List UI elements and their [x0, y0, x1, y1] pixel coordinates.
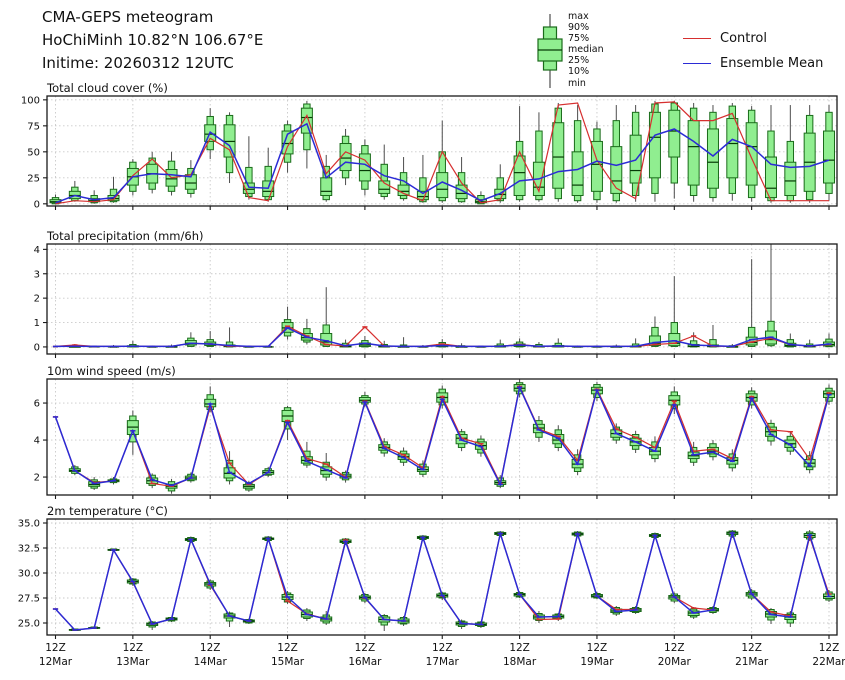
panel-2-ytick-label: 4	[34, 436, 40, 447]
panel-1-grid	[47, 244, 837, 354]
panel-0-ytick-label: 100	[21, 95, 40, 106]
panel-1-title: Total precipitation (mm/6h)	[46, 229, 203, 243]
panel-3-ytick-label: 25.0	[18, 619, 40, 630]
xtick-date-label: 12Mar	[39, 656, 73, 668]
panel-1-ytick-label: 2	[34, 294, 40, 305]
panel-1-ytick-label: 0	[34, 342, 40, 353]
xtick-hour-label: 12Z	[509, 642, 530, 654]
panel-1-boxplots	[53, 242, 835, 347]
meteogram-page: CMA-GEPS meteogram HoChiMinh 10.82°N 106…	[0, 0, 845, 680]
xtick-date-label: 20Mar	[658, 656, 692, 668]
x-axis-labels: 12Z 12Mar 12Z 13Mar 12Z 14Mar 12Z 15Mar 12Z 16Mar…	[39, 642, 845, 668]
panel-3-ytick-label: 35.0	[18, 519, 40, 530]
panel-3-title: 2m temperature (°C)	[47, 504, 168, 518]
panel-0-ytick-label: 0	[34, 199, 40, 210]
xtick-hour-label: 12Z	[200, 642, 221, 654]
panel-2-ytick-label: 6	[34, 399, 40, 410]
panel-1-axes: 0 1 2 3 4 Total precipitation (mm/6h)	[34, 229, 837, 358]
xtick-date-label: 17Mar	[426, 656, 460, 668]
panel-3-ytick-label: 27.5	[18, 594, 40, 605]
xtick-date-label: 13Mar	[116, 656, 150, 668]
panel-0-ytick-label: 25	[27, 173, 40, 184]
xtick-hour-label: 12Z	[45, 642, 66, 654]
panel-2-title: 10m wind speed (m/s)	[47, 364, 176, 378]
panel-1-ytick-label: 1	[34, 318, 40, 329]
xtick-date-label: 18Mar	[503, 656, 537, 668]
xtick-hour-label: 12Z	[741, 642, 762, 654]
panel-3-ytick-label: 30.0	[18, 569, 40, 580]
panel-3-grid	[47, 519, 837, 635]
xtick-hour-label: 12Z	[123, 642, 144, 654]
xtick-date-label: 15Mar	[271, 656, 305, 668]
meteogram-panels: 0 25 50 75 100 Total cloud cover (%) 0 1 2 3 4 Tota…	[0, 0, 845, 680]
xtick-date-label: 16Mar	[348, 656, 382, 668]
panel-1-ytick-label: 4	[34, 245, 40, 256]
panel-0-ytick-label: 50	[27, 147, 40, 158]
xtick-date-label: 19Mar	[580, 656, 614, 668]
panel-1-ytick-label: 3	[34, 269, 40, 280]
panel-0-title: Total cloud cover (%)	[46, 81, 168, 95]
xtick-hour-label: 12Z	[277, 642, 298, 654]
xtick-date-label: 22Mar	[812, 656, 845, 668]
xtick-hour-label: 12Z	[819, 642, 840, 654]
panel-3-axes: 25.0 27.5 30.0 32.5 35.0 2m temperature (°C)	[18, 504, 837, 639]
panel-0-ytick-label: 75	[27, 121, 40, 132]
xtick-hour-label: 12Z	[355, 642, 376, 654]
xtick-hour-label: 12Z	[432, 642, 453, 654]
xtick-hour-label: 12Z	[664, 642, 685, 654]
xtick-hour-label: 12Z	[587, 642, 608, 654]
xtick-date-label: 14Mar	[194, 656, 228, 668]
panel-2-ytick-label: 2	[34, 473, 40, 484]
panel-2-boxplots	[69, 379, 834, 494]
panel-3-ytick-label: 32.5	[18, 544, 40, 555]
xtick-date-label: 21Mar	[735, 656, 769, 668]
